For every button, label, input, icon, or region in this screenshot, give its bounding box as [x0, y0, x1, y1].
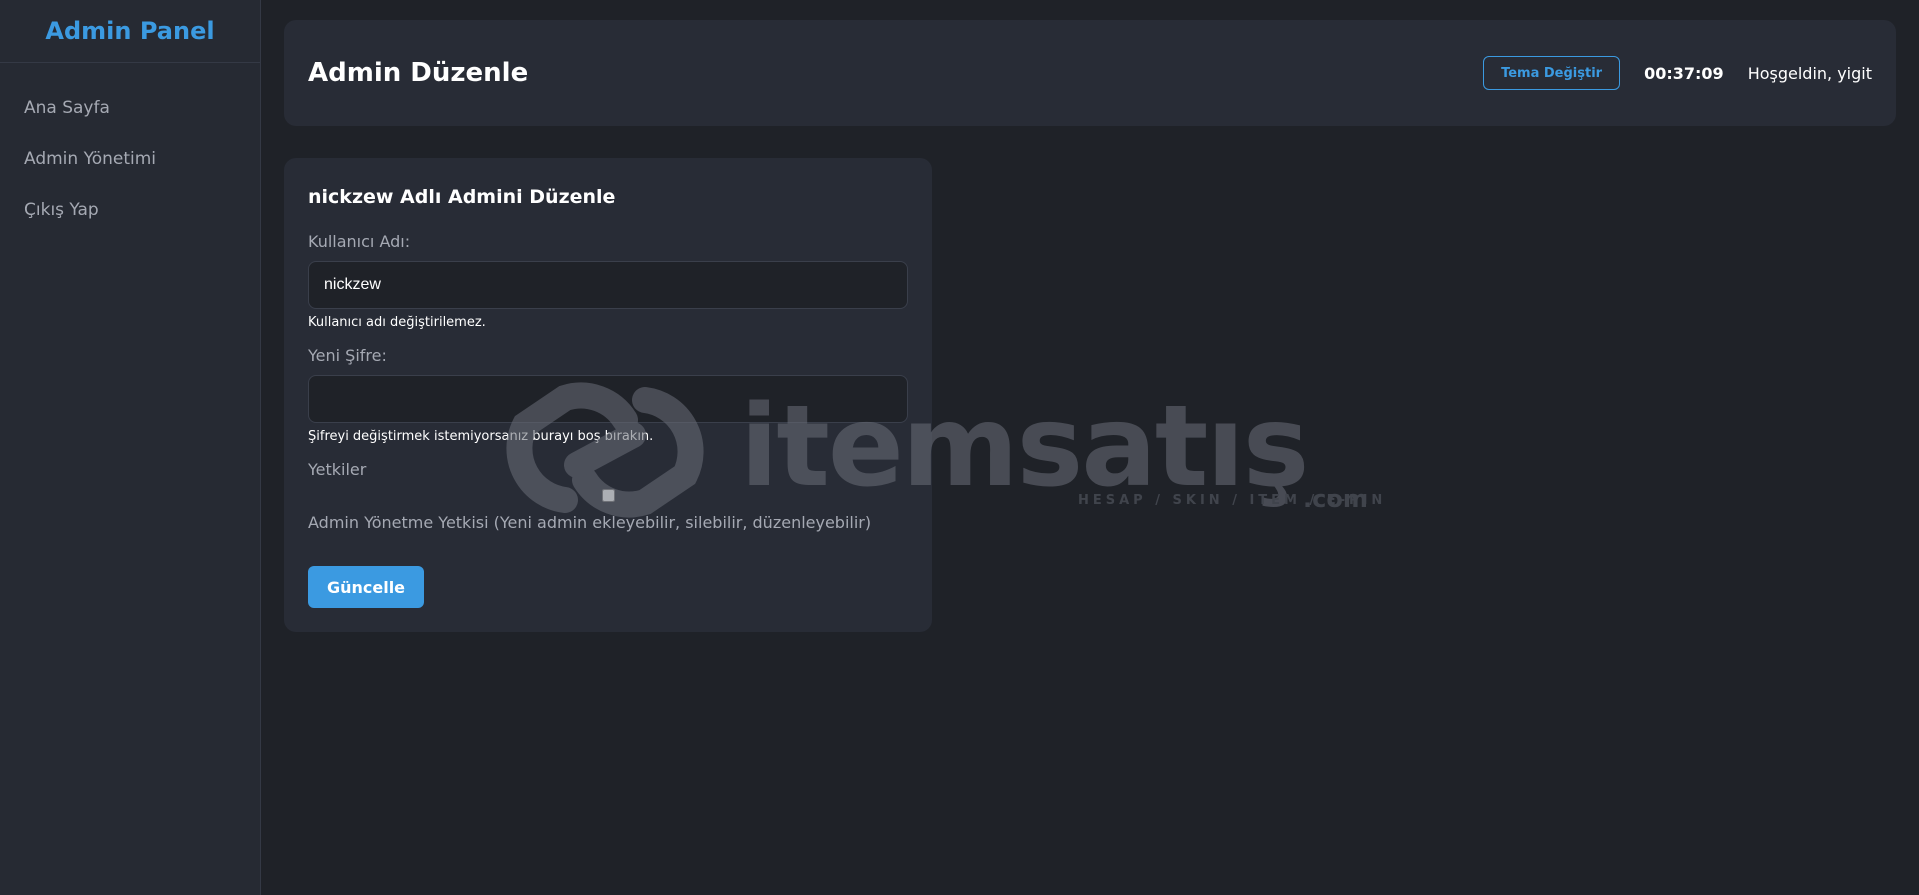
theme-toggle-button[interactable]: Tema Değiştir — [1483, 56, 1621, 90]
admin-permission-label: Admin Yönetme Yetkisi (Yeni admin ekleye… — [308, 513, 872, 532]
sidebar-item-cikis-yap[interactable]: Çıkış Yap — [0, 185, 260, 236]
clock: 00:37:09 — [1644, 63, 1724, 83]
brand-title: Admin Panel — [0, 0, 260, 63]
permissions-label: Yetkiler — [308, 460, 367, 479]
sidebar-nav: Ana Sayfa Admin Yönetimi Çıkış Yap — [0, 83, 260, 236]
password-help-text: Şifreyi değiştirmek istemiyorsanız buray… — [308, 429, 654, 444]
main-content: Admin Düzenle Tema Değiştir 00:37:09 Hoş… — [284, 20, 1896, 632]
username-field[interactable] — [308, 261, 908, 309]
page-header: Admin Düzenle Tema Değiştir 00:37:09 Hoş… — [284, 20, 1896, 126]
edit-admin-form: nickzew Adlı Admini Düzenle Kullanıcı Ad… — [284, 158, 932, 632]
welcome-text: Hoşgeldin, yigit — [1747, 63, 1872, 83]
sidebar-item-admin-yonetimi[interactable]: Admin Yönetimi — [0, 134, 260, 185]
password-field[interactable] — [308, 375, 908, 423]
update-button[interactable]: Güncelle — [308, 566, 424, 608]
sidebar: Admin Panel Ana Sayfa Admin Yönetimi Çık… — [0, 0, 261, 895]
page-title: Admin Düzenle — [308, 58, 529, 88]
form-title: nickzew Adlı Admini Düzenle — [308, 186, 616, 208]
sidebar-item-ana-sayfa[interactable]: Ana Sayfa — [0, 83, 260, 134]
username-help-text: Kullanıcı adı değiştirilemez. — [308, 315, 486, 330]
admin-permission-checkbox[interactable] — [601, 489, 615, 502]
password-label: Yeni Şifre: — [308, 346, 387, 365]
username-label: Kullanıcı Adı: — [308, 232, 411, 251]
permission-checkbox-row — [308, 487, 908, 503]
